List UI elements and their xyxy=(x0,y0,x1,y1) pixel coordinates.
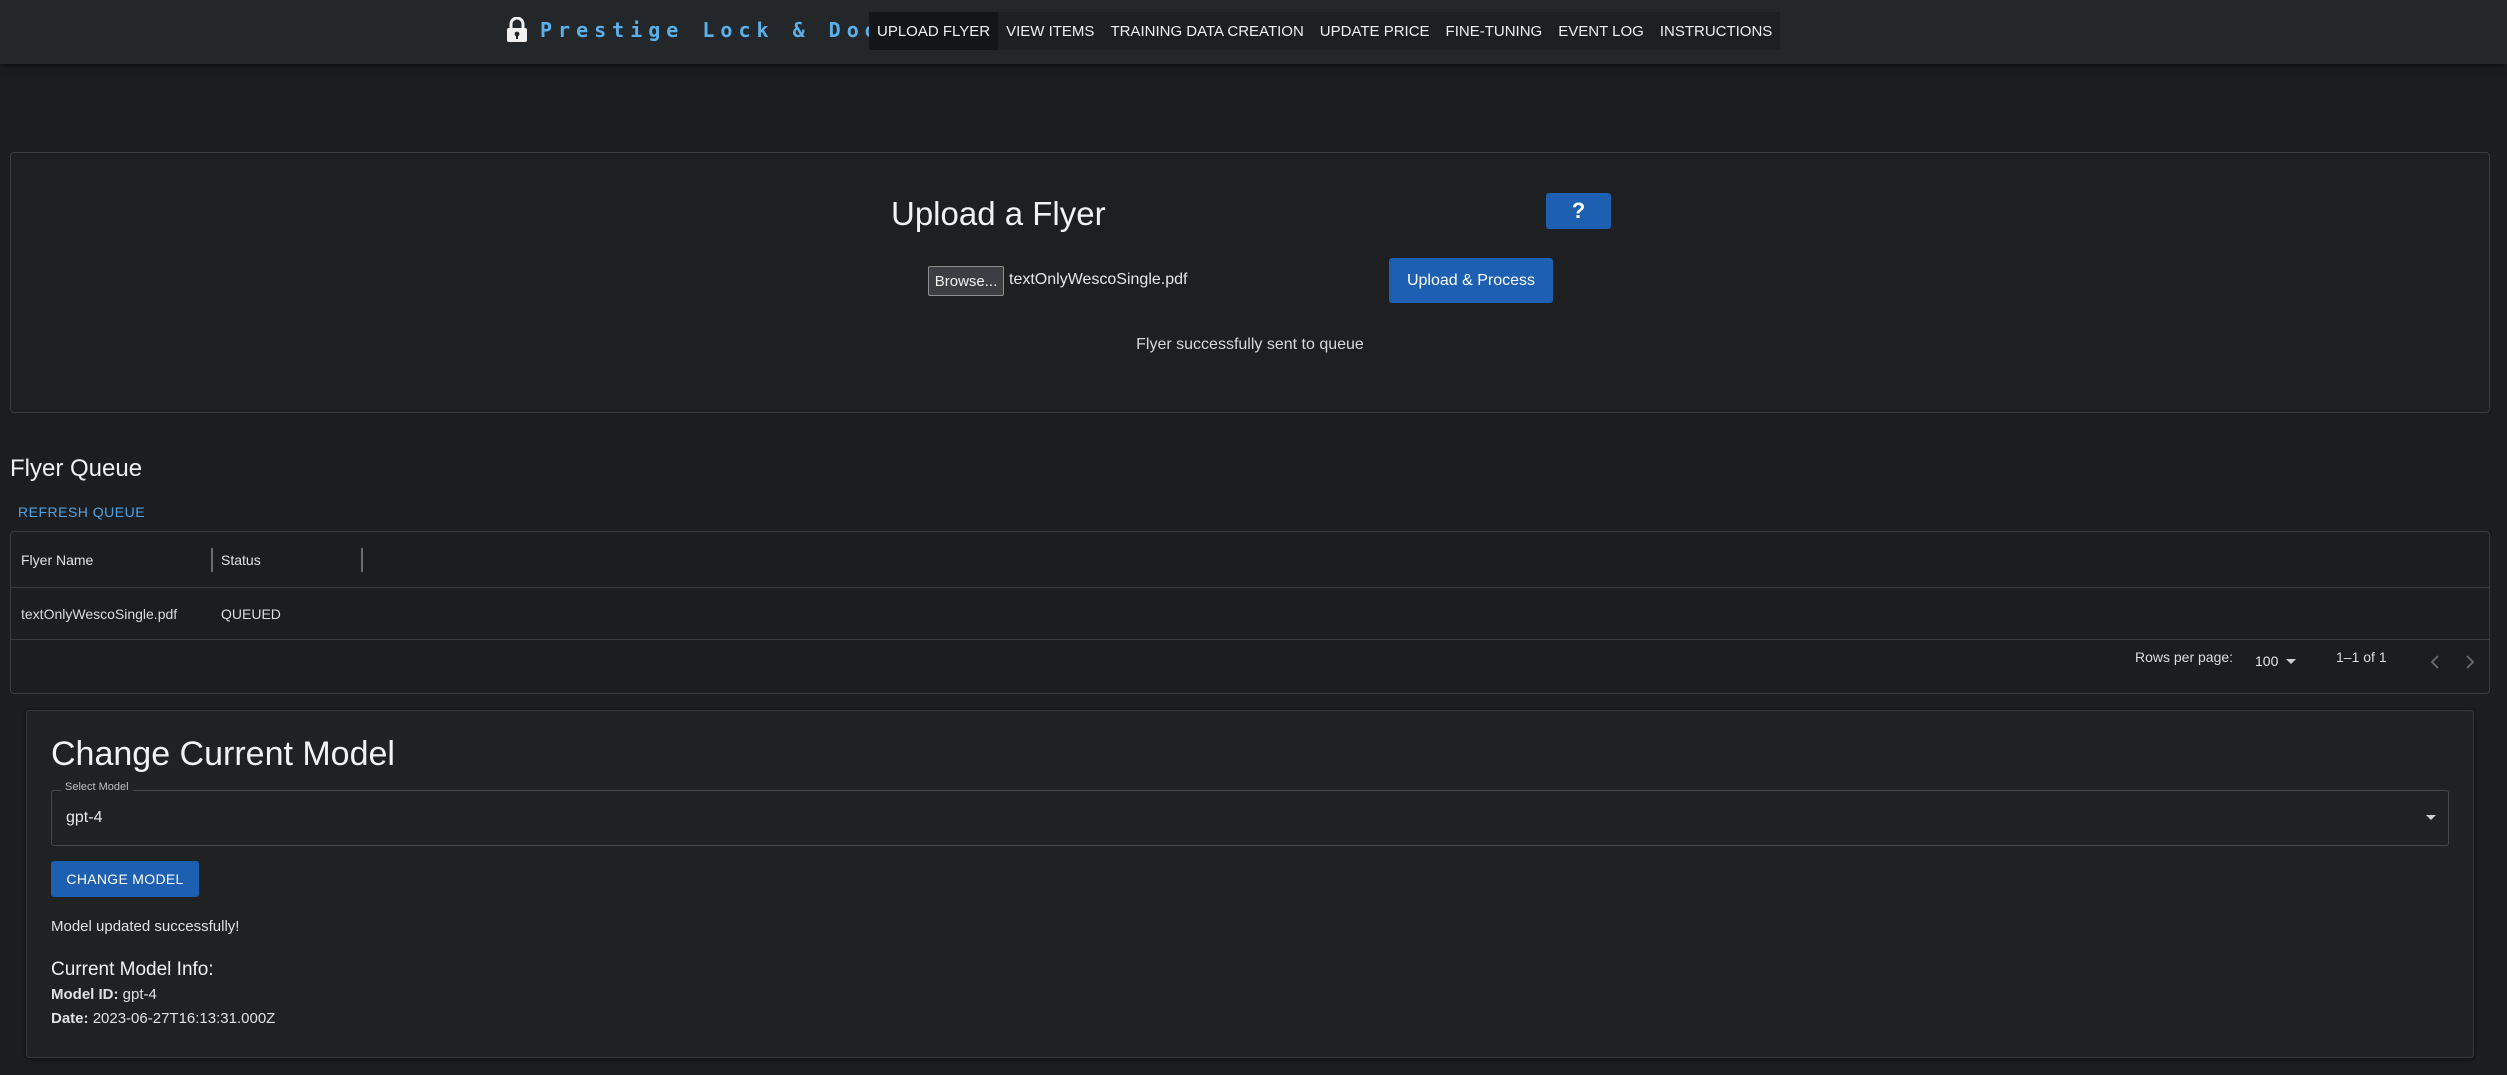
model-select[interactable]: Select Model gpt-4 xyxy=(51,781,2449,846)
main-nav: UPLOAD FLYER VIEW ITEMS TRAINING DATA CR… xyxy=(869,12,1781,50)
nav-update-price[interactable]: UPDATE PRICE xyxy=(1312,12,1438,50)
queue-table: Flyer Name Status textOnlyWescoSingle.pd… xyxy=(10,531,2490,694)
next-page-button[interactable] xyxy=(2459,651,2481,673)
change-model-button[interactable]: CHANGE MODEL xyxy=(51,861,199,897)
selected-file-name: textOnlyWescoSingle.pdf xyxy=(1009,271,1188,288)
rows-per-page-value: 100 xyxy=(2255,653,2279,669)
nav-fine-tuning[interactable]: FINE-TUNING xyxy=(1438,12,1551,50)
table-row[interactable]: textOnlyWescoSingle.pdf QUEUED xyxy=(11,588,2489,640)
upload-panel: Upload a Flyer ? Browse... textOnlyWesco… xyxy=(10,152,2490,413)
lock-icon xyxy=(507,17,527,42)
queue-title: Flyer Queue xyxy=(10,455,143,482)
help-button[interactable]: ? xyxy=(1546,193,1611,229)
column-header-flyer-name[interactable]: Flyer Name xyxy=(21,532,93,588)
cell-flyer-name: textOnlyWescoSingle.pdf xyxy=(21,606,178,622)
change-model-panel: Change Current Model Select Model gpt-4 … xyxy=(26,710,2474,1058)
model-status-message: Model updated successfully! xyxy=(51,918,240,935)
cell-status: QUEUED xyxy=(221,606,281,622)
previous-page-button[interactable] xyxy=(2424,651,2446,673)
brand-name: Prestige Lock & Door xyxy=(540,18,901,42)
model-id-line: Model ID: gpt-4 xyxy=(51,986,157,1003)
table-header: Flyer Name Status xyxy=(11,532,2489,588)
model-date-label: Date: xyxy=(51,1010,89,1027)
model-id-value: gpt-4 xyxy=(122,986,157,1003)
rows-per-page-select[interactable]: 100 xyxy=(2255,649,2297,673)
browse-button[interactable]: Browse... xyxy=(928,266,1004,296)
column-header-status[interactable]: Status xyxy=(221,532,261,588)
nav-event-log[interactable]: EVENT LOG xyxy=(1550,12,1652,50)
table-pagination: Rows per page: 100 1–1 of 1 xyxy=(11,641,2489,694)
nav-training-data-creation[interactable]: TRAINING DATA CREATION xyxy=(1102,12,1311,50)
upload-process-button[interactable]: Upload & Process xyxy=(1389,258,1553,303)
page-range-info: 1–1 of 1 xyxy=(2336,649,2387,665)
upload-status-message: Flyer successfully sent to queue xyxy=(1136,336,1364,353)
column-separator[interactable] xyxy=(211,548,213,572)
chevron-left-icon xyxy=(2430,655,2439,669)
model-select-value: gpt-4 xyxy=(66,809,103,826)
model-date-value: 2023-06-27T16:13:31.000Z xyxy=(92,1010,276,1027)
model-info-title: Current Model Info: xyxy=(51,959,214,980)
rows-per-page-label: Rows per page: xyxy=(2135,649,2234,665)
model-date-line: Date: 2023-06-27T16:13:31.000Z xyxy=(51,1010,275,1027)
nav-view-items[interactable]: VIEW ITEMS xyxy=(998,12,1102,50)
brand[interactable]: Prestige Lock & Door xyxy=(506,14,901,46)
column-separator[interactable] xyxy=(361,548,363,572)
chevron-right-icon xyxy=(2466,655,2475,669)
chevron-down-icon xyxy=(2286,658,2297,664)
top-app-bar: Prestige Lock & Door UPLOAD FLYER VIEW I… xyxy=(0,0,2507,64)
nav-instructions[interactable]: INSTRUCTIONS xyxy=(1652,12,1781,50)
refresh-queue-button[interactable]: REFRESH QUEUE xyxy=(10,500,153,524)
upload-title: Upload a Flyer xyxy=(891,195,1106,232)
chevron-down-icon xyxy=(2426,815,2436,820)
nav-upload-flyer[interactable]: UPLOAD FLYER xyxy=(869,12,999,50)
model-id-label: Model ID: xyxy=(51,986,119,1003)
model-panel-title: Change Current Model xyxy=(51,735,395,773)
model-select-label: Select Model xyxy=(61,781,133,793)
